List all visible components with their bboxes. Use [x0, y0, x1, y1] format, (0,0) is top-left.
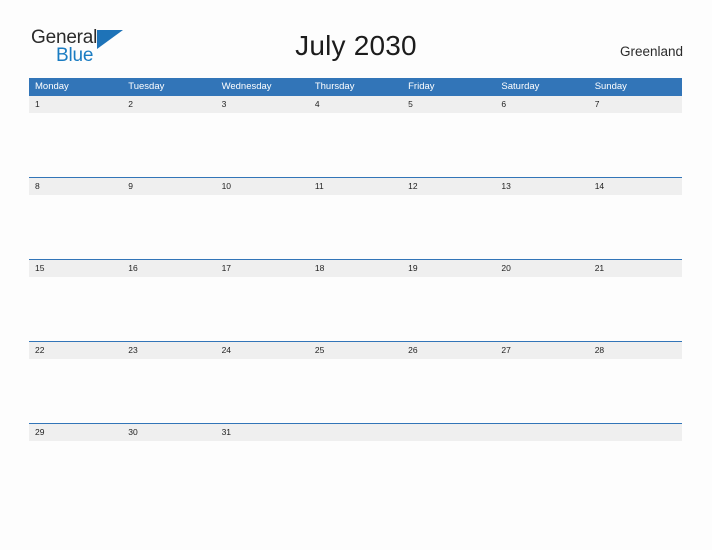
week-row: 8 9 10 11 12 13 14 [29, 177, 682, 259]
week-row: 29 30 31 [29, 423, 682, 505]
day-cell[interactable] [216, 424, 309, 505]
day-cell[interactable] [309, 260, 402, 341]
day-cell[interactable] [495, 178, 588, 259]
day-cell[interactable] [216, 178, 309, 259]
day-cell[interactable] [495, 342, 588, 423]
day-cell[interactable] [402, 260, 495, 341]
day-cell[interactable] [122, 342, 215, 423]
weekday-header-sunday: Sunday [594, 81, 627, 92]
day-cell[interactable] [122, 178, 215, 259]
day-cell[interactable] [29, 96, 122, 177]
day-cell[interactable] [216, 96, 309, 177]
week-row: 15 16 17 18 19 20 21 [29, 259, 682, 341]
day-cell[interactable] [122, 96, 215, 177]
day-cell-empty [402, 424, 495, 505]
day-cell[interactable] [589, 178, 682, 259]
day-cell[interactable] [216, 342, 309, 423]
day-cell[interactable] [29, 178, 122, 259]
day-cell[interactable] [309, 342, 402, 423]
day-cell[interactable] [216, 260, 309, 341]
day-cell[interactable] [122, 424, 215, 505]
day-cell[interactable] [589, 96, 682, 177]
day-cell[interactable] [495, 96, 588, 177]
weekday-header-monday: Monday [35, 81, 69, 92]
day-cell-empty [495, 424, 588, 505]
weekday-header-thursday: Thursday [314, 81, 355, 92]
day-cell-empty [309, 424, 402, 505]
day-cell[interactable] [495, 260, 588, 341]
weekday-header-friday: Friday [408, 81, 435, 92]
day-cell[interactable] [589, 260, 682, 341]
day-cell[interactable] [29, 424, 122, 505]
week-row: 22 23 24 25 26 27 28 [29, 341, 682, 423]
day-cell[interactable] [122, 260, 215, 341]
region-label: Greenland [619, 44, 683, 59]
weekday-header-tuesday: Tuesday [128, 81, 165, 92]
day-cell[interactable] [402, 96, 495, 177]
weekday-header-saturday: Saturday [501, 81, 540, 92]
page-title: July 2030 [295, 30, 417, 61]
weekday-header-wednesday: Wednesday [221, 81, 272, 92]
day-cell[interactable] [29, 260, 122, 341]
day-cell[interactable] [309, 96, 402, 177]
day-cell[interactable] [589, 342, 682, 423]
week-row: 1 2 3 4 5 6 7 [29, 96, 682, 177]
day-cell[interactable] [29, 342, 122, 423]
day-cell[interactable] [402, 178, 495, 259]
weekday-header-row: Monday Tuesday Wednesday Thursday Friday… [29, 78, 682, 96]
calendar-grid: Monday Tuesday Wednesday Thursday Friday… [29, 78, 682, 505]
day-cell-empty [589, 424, 682, 505]
day-cell[interactable] [402, 342, 495, 423]
day-cell[interactable] [309, 178, 402, 259]
page-header: General Blue July 2030 Greenland [0, 0, 712, 66]
